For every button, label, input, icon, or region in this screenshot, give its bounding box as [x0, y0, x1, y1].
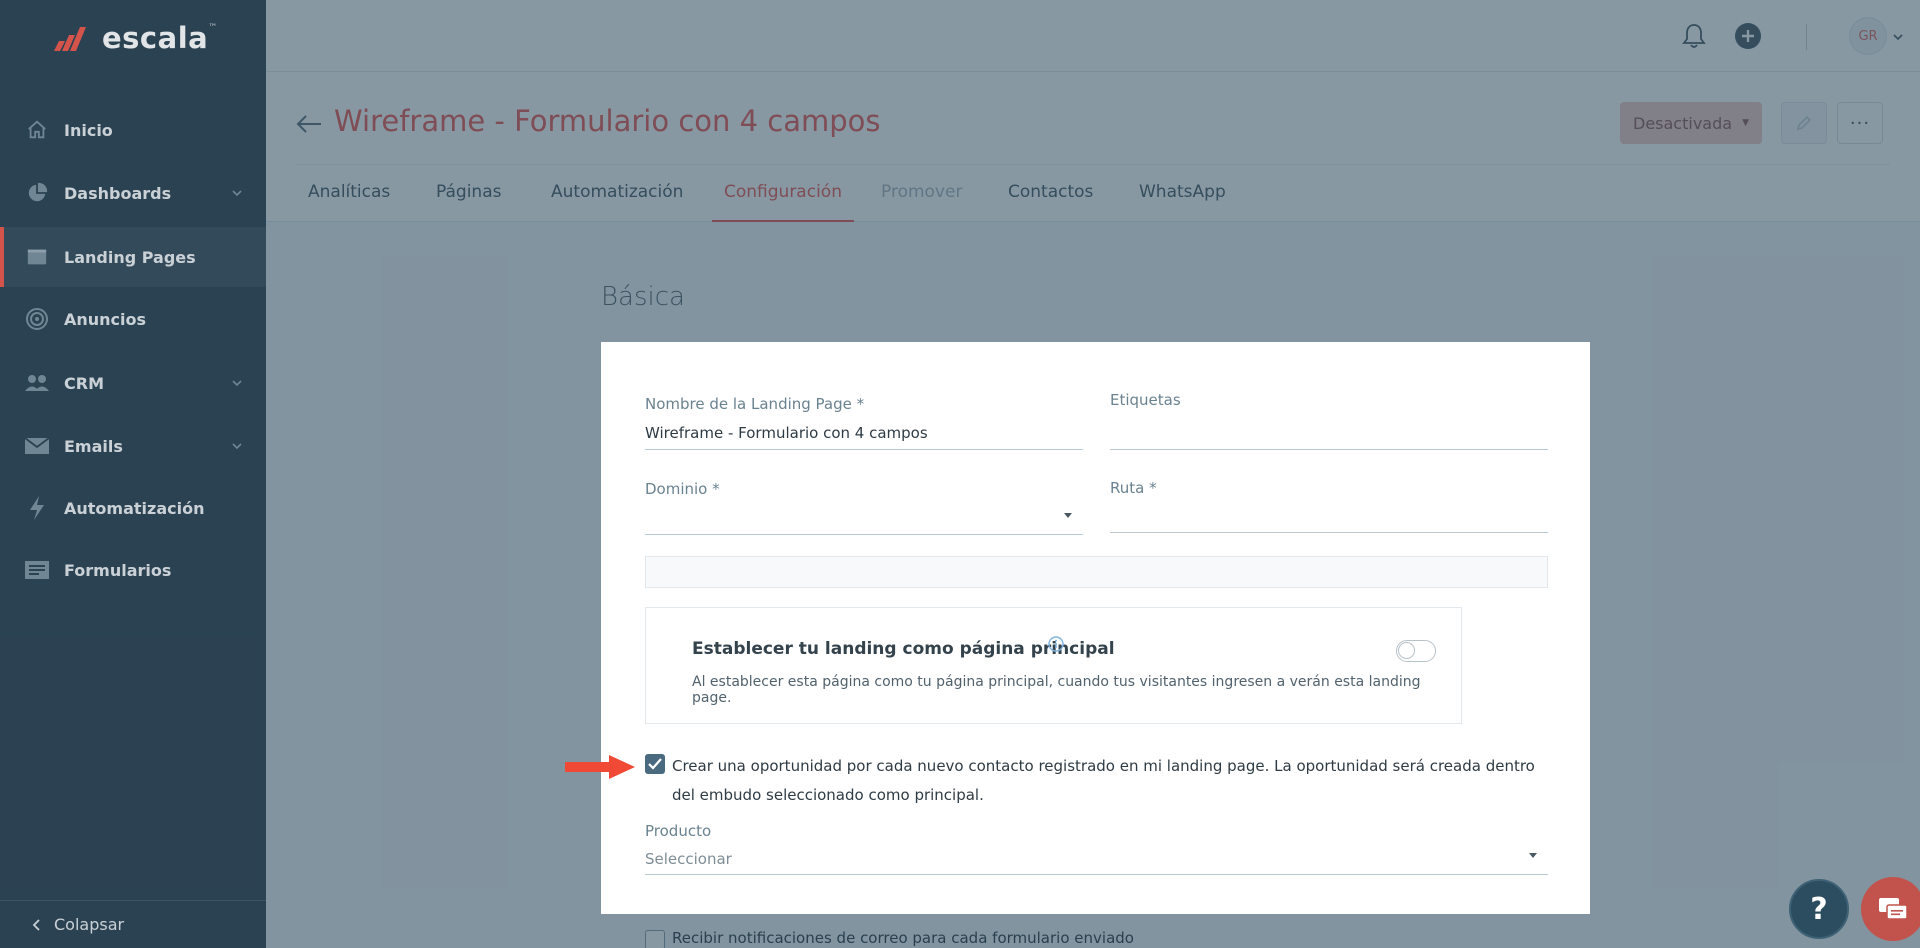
caret-down-icon[interactable] [1528, 852, 1538, 860]
caret-down-icon[interactable] [1063, 512, 1073, 520]
sidebar-item-label: Dashboards [64, 183, 172, 203]
pie-chart-icon [24, 180, 50, 206]
form-icon [24, 557, 50, 583]
sidebar-item-automatizacion[interactable]: Automatización [0, 478, 266, 538]
escala-logo-icon [54, 27, 86, 51]
chat-button[interactable] [1861, 877, 1920, 941]
sidebar-item-emails[interactable]: Emails [0, 416, 266, 476]
product-underline [645, 874, 1548, 875]
back-button[interactable] [293, 108, 325, 140]
status-label: Desactivada [1633, 113, 1733, 133]
bell-icon [1682, 24, 1706, 48]
section-title: Básica [601, 282, 685, 312]
product-label: Producto [645, 822, 712, 840]
envelope-icon [24, 433, 50, 459]
sidebar-item-label: Emails [64, 436, 123, 456]
tab-contactos[interactable]: Contactos [1008, 182, 1093, 222]
sidebar-item-label: Automatización [64, 498, 205, 518]
chevron-down-icon[interactable] [1892, 31, 1904, 43]
route-input[interactable] [1110, 532, 1548, 533]
notifications-checkbox-label: Recibir notificaciones de correo para ca… [672, 929, 1134, 947]
chevron-down-icon [232, 380, 242, 387]
brand-trademark: ™ [208, 23, 218, 33]
sidebar: escala ™ Inicio Dashboards Landing Pages… [0, 0, 266, 948]
caret-down-icon: ▼ [1742, 118, 1749, 128]
page-header: Wireframe - Formulario con 4 campos Desa… [266, 72, 1920, 222]
home-icon [24, 117, 50, 143]
help-button[interactable]: ? [1789, 879, 1849, 939]
chevron-down-icon [232, 190, 242, 197]
empty-notice-box [645, 556, 1548, 588]
browser-window-icon [24, 244, 50, 270]
tab-configuracion[interactable]: Configuración [712, 182, 854, 222]
sidebar-item-anuncios[interactable]: Anuncios [0, 289, 266, 349]
sidebar-item-landing-pages[interactable]: Landing Pages [0, 227, 266, 287]
notifications-checkbox[interactable] [645, 930, 665, 948]
tab-analiticas[interactable]: Analíticas [308, 182, 390, 222]
homepage-toggle[interactable] [1396, 640, 1436, 662]
tab-automatizacion[interactable]: Automatización [551, 182, 683, 222]
chevron-left-icon [32, 918, 40, 931]
sidebar-item-label: Formularios [64, 560, 172, 580]
domain-select[interactable] [645, 534, 1083, 535]
topbar-divider [1806, 24, 1807, 50]
tab-promover[interactable]: Promover [881, 182, 962, 222]
notifications-button[interactable] [1678, 20, 1710, 52]
homepage-setting-description: Al establecer esta página como tu página… [692, 674, 1421, 706]
sidebar-item-label: CRM [64, 373, 104, 393]
landing-name-label: Nombre de la Landing Page * [645, 395, 865, 413]
domain-label: Dominio * [645, 480, 720, 498]
opportunity-checkbox[interactable] [645, 754, 665, 774]
info-icon[interactable] [1048, 636, 1064, 652]
landing-name-input[interactable]: Wireframe - Formulario con 4 campos [645, 424, 928, 442]
brand-name: escala [102, 21, 209, 55]
more-options-button[interactable]: ··· [1837, 102, 1883, 144]
collapse-button[interactable]: Colapsar [0, 900, 266, 948]
people-icon [24, 370, 50, 396]
avatar[interactable]: GR [1849, 17, 1887, 55]
landing-name-underline [645, 449, 1083, 450]
toggle-knob [1398, 642, 1415, 659]
status-dropdown-button[interactable]: Desactivada ▼ [1620, 102, 1762, 144]
chat-icon [1879, 898, 1908, 920]
product-select[interactable]: Seleccionar [645, 850, 732, 868]
sidebar-item-crm[interactable]: CRM [0, 353, 266, 413]
arrow-left-icon [296, 115, 321, 133]
edit-button[interactable] [1781, 102, 1827, 144]
top-bar: GR [266, 0, 1920, 72]
sidebar-item-label: Anuncios [64, 309, 147, 329]
sidebar-item-label: Landing Pages [64, 247, 196, 267]
pointer-arrow [565, 755, 635, 779]
escala-logo[interactable]: escala ™ [52, 18, 217, 58]
chevron-down-icon [232, 443, 242, 450]
sidebar-item-inicio[interactable]: Inicio [0, 100, 266, 160]
sidebar-item-formularios[interactable]: Formularios [0, 540, 266, 600]
basic-settings-card: Nombre de la Landing Page * Wireframe - … [601, 342, 1590, 914]
check-icon [648, 758, 662, 770]
opportunity-checkbox-label: Crear una oportunidad por cada nuevo con… [672, 757, 1535, 804]
tab-paginas[interactable]: Páginas [436, 182, 501, 222]
route-label: Ruta * [1110, 479, 1157, 497]
homepage-setting-box: Establecer tu landing como página princi… [645, 607, 1462, 724]
add-button[interactable] [1732, 20, 1764, 52]
pencil-icon [1796, 115, 1812, 131]
collapse-label: Colapsar [54, 915, 125, 934]
plus-circle-icon [1735, 23, 1761, 49]
target-icon [24, 306, 50, 332]
header-divider [296, 164, 1890, 165]
lightning-icon [24, 495, 50, 521]
sidebar-item-dashboards[interactable]: Dashboards [0, 163, 266, 223]
tab-whatsapp[interactable]: WhatsApp [1139, 182, 1226, 222]
page-title: Wireframe - Formulario con 4 campos [334, 104, 881, 138]
tags-label: Etiquetas [1110, 391, 1181, 409]
tags-input[interactable] [1110, 449, 1548, 450]
sidebar-item-label: Inicio [64, 120, 113, 140]
